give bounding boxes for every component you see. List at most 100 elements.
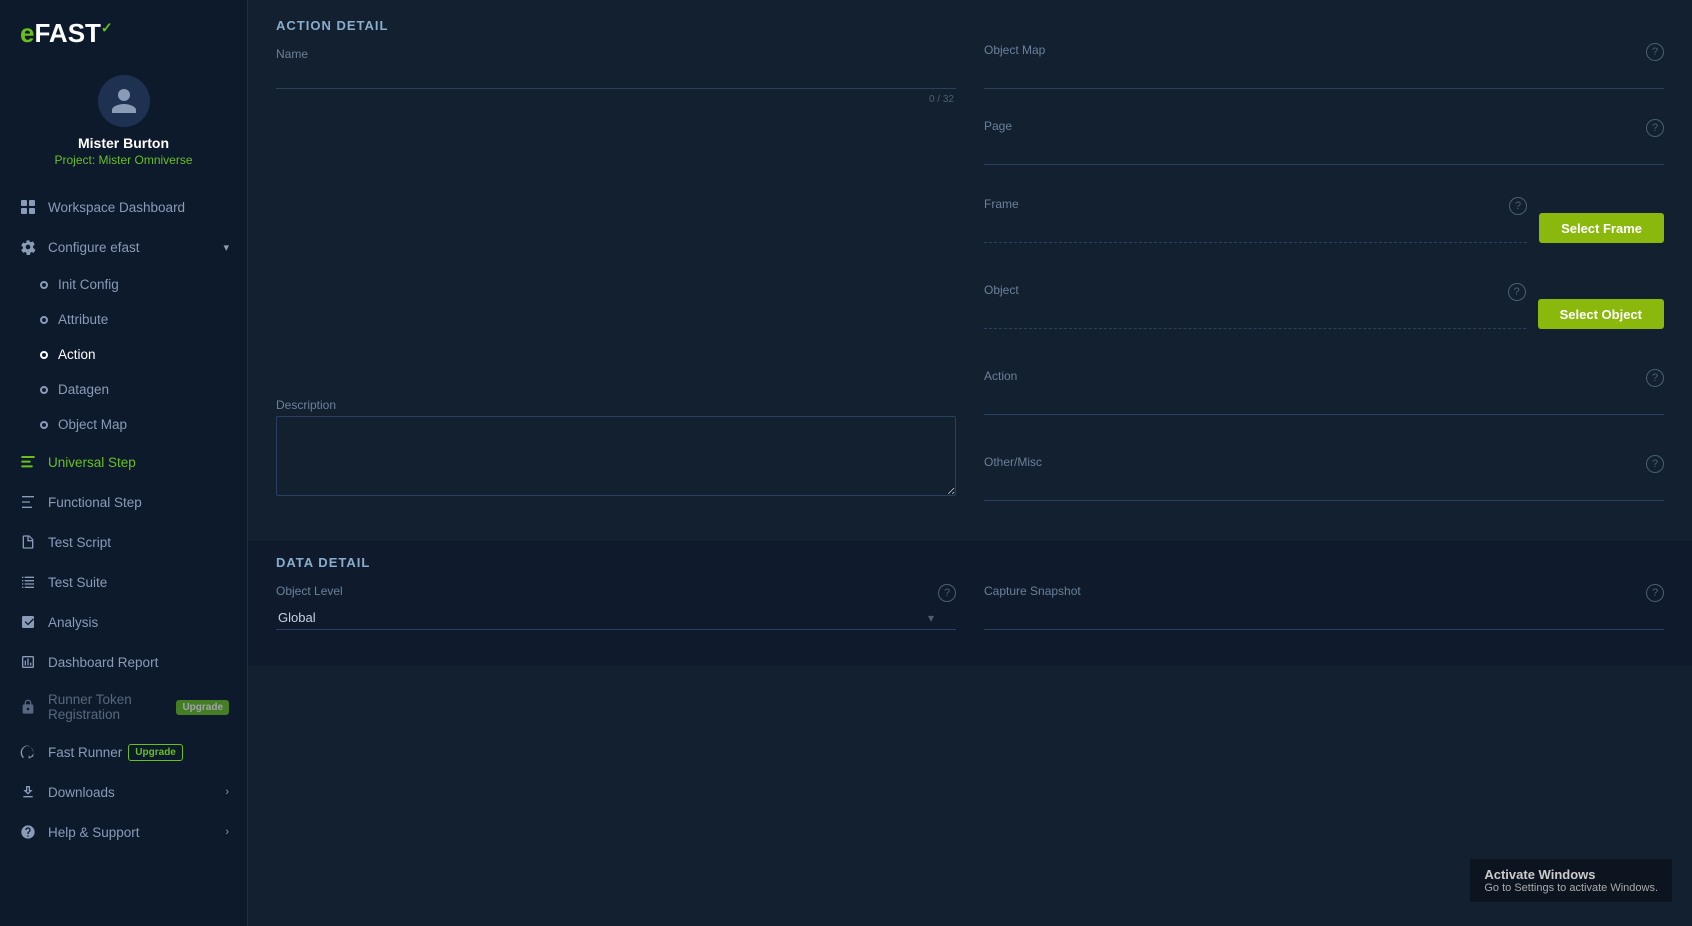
sidebar-item-action[interactable]: Action [0, 337, 247, 372]
sidebar-item-test-suite[interactable]: Test Suite [0, 562, 247, 602]
select-object-button[interactable]: Select Object [1538, 299, 1664, 329]
lock-icon [18, 697, 38, 717]
other-misc-field: Other/Misc ? [984, 455, 1664, 501]
capture-snapshot-help-icon[interactable]: ? [1646, 584, 1664, 602]
page-input[interactable] [984, 141, 1664, 165]
other-misc-help-icon[interactable]: ? [1646, 455, 1664, 473]
sidebar-label: Test Script [48, 535, 111, 550]
sidebar-item-configure-efast[interactable]: Configure efast ▾ [0, 227, 247, 267]
sidebar-item-object-map[interactable]: Object Map [0, 407, 247, 442]
sidebar-item-universal-step[interactable]: Universal Step [0, 442, 247, 482]
description-field: Description [276, 398, 956, 501]
upgrade-badge[interactable]: Upgrade [176, 700, 229, 715]
object-input[interactable] [984, 305, 1526, 329]
sidebar-label: Test Suite [48, 575, 107, 590]
activate-windows-subtitle: Go to Settings to activate Windows. [1484, 882, 1658, 894]
object-level-help-icon[interactable]: ? [938, 584, 956, 602]
sidebar-item-analysis[interactable]: Analysis [0, 602, 247, 642]
char-count: 0 / 32 [929, 94, 954, 105]
suite-icon [18, 572, 38, 592]
sidebar-item-help-support[interactable]: Help & Support › [0, 812, 247, 852]
data-detail-section: DATA DETAIL Object Level Global Local ? [248, 541, 1692, 666]
action-input[interactable] [984, 391, 1664, 415]
sidebar-item-runner-token[interactable]: Runner Token Registration Upgrade [0, 682, 247, 732]
chevron-right-icon: › [225, 786, 229, 798]
dot-icon [40, 386, 48, 394]
description-input[interactable] [276, 416, 956, 496]
object-map-label: Object Map [984, 43, 1045, 57]
download-icon [18, 782, 38, 802]
sidebar-item-downloads[interactable]: Downloads › [0, 772, 247, 812]
object-row: Object ? Select Object [984, 283, 1664, 329]
object-label: Object [984, 283, 1019, 297]
step-icon [18, 452, 38, 472]
frame-input[interactable] [984, 219, 1527, 243]
description-label: Description [276, 398, 956, 412]
logo-area: eFAST✓ [0, 0, 247, 59]
page-help-icon[interactable]: ? [1646, 119, 1664, 137]
frame-field: Frame ? [984, 197, 1527, 243]
sidebar-label: Analysis [48, 615, 98, 630]
dot-icon [40, 316, 48, 324]
sidebar-label: Downloads [48, 785, 115, 800]
frame-label: Frame [984, 197, 1019, 211]
sidebar-item-datagen[interactable]: Datagen [0, 372, 247, 407]
sidebar-label: Datagen [58, 382, 109, 397]
object-level-select[interactable]: Global Local [276, 606, 956, 630]
other-misc-label: Other/Misc [984, 455, 1042, 469]
sidebar-label: Configure efast [48, 240, 140, 255]
sidebar-label: Init Config [58, 277, 119, 292]
chevron-right-icon: › [225, 826, 229, 838]
sidebar-label: Workspace Dashboard [48, 200, 185, 215]
sidebar-item-test-script[interactable]: Test Script [0, 522, 247, 562]
capture-snapshot-input[interactable] [984, 606, 1664, 630]
object-map-help-icon[interactable]: ? [1646, 43, 1664, 61]
sidebar-nav: Workspace Dashboard Configure efast ▾ In… [0, 179, 247, 926]
name-field: Name 0 / 32 [276, 47, 956, 89]
frame-field-wrapper: Frame ? Select Frame [984, 197, 1664, 243]
object-map-col: Object Map ? [984, 43, 1664, 109]
help-icon [18, 822, 38, 842]
capture-snapshot-field: Capture Snapshot ? [984, 584, 1664, 630]
action-help-icon[interactable]: ? [1646, 369, 1664, 387]
select-frame-button[interactable]: Select Frame [1539, 213, 1664, 243]
upgrade-badge-outline[interactable]: Upgrade [128, 744, 183, 761]
object-level-select-wrapper: Global Local [276, 606, 956, 630]
object-help-icon[interactable]: ? [1508, 283, 1526, 301]
sidebar-item-attribute[interactable]: Attribute [0, 302, 247, 337]
sidebar-item-functional-step[interactable]: Functional Step [0, 482, 247, 522]
report-icon [18, 652, 38, 672]
sidebar-item-dashboard-report[interactable]: Dashboard Report [0, 642, 247, 682]
name-col: Name 0 / 32 [276, 43, 956, 109]
name-input[interactable] [276, 65, 956, 89]
form-row-2: Description Page ? [276, 119, 1664, 521]
user-project: Project: Mister Omniverse [54, 153, 192, 167]
activate-windows-notice: Activate Windows Go to Settings to activ… [1470, 859, 1672, 902]
user-section: Mister Burton Project: Mister Omniverse [0, 59, 247, 179]
dot-icon [40, 421, 48, 429]
sidebar-label: Attribute [58, 312, 108, 327]
sidebar-label: Universal Step [48, 455, 136, 470]
sidebar-item-workspace-dashboard[interactable]: Workspace Dashboard [0, 187, 247, 227]
script-icon [18, 532, 38, 552]
data-detail-header: DATA DETAIL [276, 555, 1664, 570]
frame-help-icon[interactable]: ? [1509, 197, 1527, 215]
other-misc-input[interactable] [984, 477, 1664, 501]
object-map-input[interactable] [984, 65, 1664, 89]
chevron-down-icon: ▾ [223, 241, 229, 254]
grid-icon [18, 197, 38, 217]
sidebar-label: Help & Support [48, 825, 140, 840]
sidebar-label: Runner Token Registration [48, 692, 170, 722]
page-field: Page ? [984, 119, 1664, 165]
sidebar: eFAST✓ Mister Burton Project: Mister Omn… [0, 0, 248, 926]
object-field-wrapper: Object ? Select Object [984, 283, 1664, 329]
user-icon [109, 86, 139, 116]
sidebar-label: Action [58, 347, 96, 362]
app-logo: eFAST✓ [20, 18, 113, 49]
page-col: Page ? Frame ? [984, 119, 1664, 521]
sidebar-item-init-config[interactable]: Init Config [0, 267, 247, 302]
sidebar-item-fast-runner[interactable]: Fast Runner Upgrade [0, 732, 247, 772]
object-level-col: Object Level Global Local ? [276, 584, 956, 650]
frame-row: Frame ? Select Frame [984, 197, 1664, 243]
analysis-icon [18, 612, 38, 632]
